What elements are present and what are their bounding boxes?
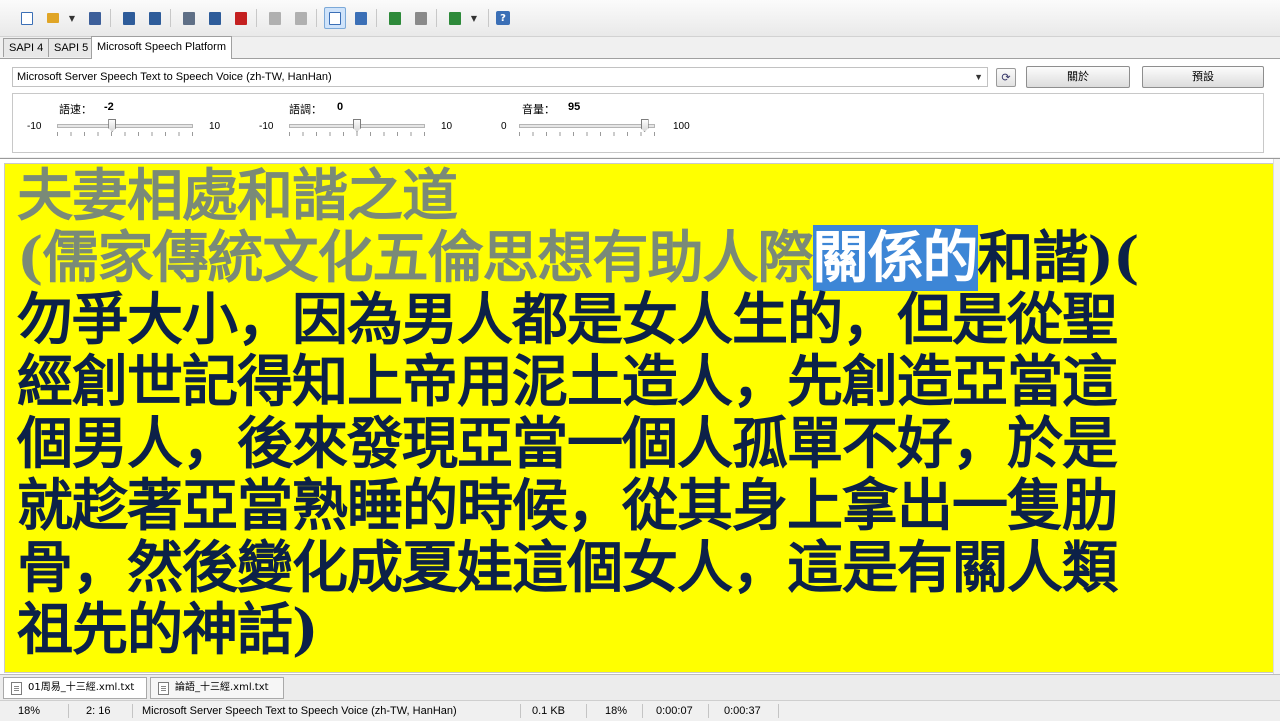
volume-min: 0: [501, 121, 507, 132]
about-button[interactable]: 關於: [1026, 66, 1130, 88]
open-folder-icon[interactable]: [44, 9, 62, 27]
pitch-slider-thumb[interactable]: [353, 119, 361, 132]
status-voice: Microsoft Server Speech Text to Speech V…: [142, 705, 457, 717]
engine-tabs: SAPI 4 SAPI 5 Microsoft Speech Platform: [0, 36, 1280, 59]
rate-slider-thumb[interactable]: [108, 119, 117, 132]
text-line: 勿爭大小，因為男人都是女人生的，但是從聖: [17, 287, 1118, 353]
volume-max: 100: [673, 121, 690, 132]
read-text: (儒家傳統文化五倫思想有助人際: [17, 225, 813, 291]
unread-text: 和諧)(: [977, 225, 1140, 291]
pitch-ticks: [289, 132, 425, 136]
text-editor[interactable]: 夫妻相處和諧之道 (儒家傳統文化五倫思想有助人際關係的和諧)( 勿爭大小，因為男…: [4, 163, 1274, 673]
scrollbar[interactable]: [1273, 159, 1280, 675]
refresh-icon: ⟳: [1001, 71, 1011, 84]
file-tab-label: 01周易_十三經.xml.txt: [28, 682, 135, 693]
text-line: (儒家傳統文化五倫思想有助人際關係的和諧)(: [17, 225, 1140, 291]
file-tab-label: 論語_十三經.xml.txt: [175, 682, 269, 693]
volume-slider[interactable]: [519, 124, 655, 128]
chevron-down-icon[interactable]: ▼: [468, 9, 480, 27]
next-icon[interactable]: [292, 9, 310, 27]
text-line: 骨，然後變化成夏娃這個女人，這是有關人類: [17, 535, 1118, 601]
rate-label: 語速：: [59, 103, 92, 116]
prev-icon[interactable]: [266, 9, 284, 27]
chevron-down-icon: ▼: [974, 72, 983, 82]
new-file-icon[interactable]: [18, 9, 36, 27]
status-size: 0.1 KB: [532, 705, 566, 717]
copy-icon[interactable]: [386, 9, 404, 27]
text-line: 就趁著亞當熟睡的時候，從其身上拿出一隻肋: [17, 473, 1118, 539]
text-file-icon: [11, 682, 22, 695]
voice-panel: Microsoft Server Speech Text to Speech V…: [0, 59, 1280, 157]
default-button[interactable]: 預設: [1142, 66, 1264, 88]
text-line: 夫妻相處和諧之道: [17, 163, 458, 229]
voice-select-value: Microsoft Server Speech Text to Speech V…: [17, 71, 332, 83]
text-line: 經創世記得知上帝用泥土造人，先創造亞當這: [17, 349, 1118, 415]
voice-icon[interactable]: [446, 9, 464, 27]
current-word-highlight: 關係的: [812, 225, 979, 291]
chevron-down-icon[interactable]: ▼: [66, 9, 78, 27]
export-wav-icon[interactable]: [120, 9, 138, 27]
voice-settings: 語速： -2 -10 10 語調： 0 -10 10 音量： 95 0 100: [12, 93, 1264, 153]
tab-microsoft-speech-platform[interactable]: Microsoft Speech Platform: [91, 36, 232, 59]
tab-sapi5[interactable]: SAPI 5: [48, 38, 95, 57]
file-tab[interactable]: 論語_十三經.xml.txt: [150, 677, 284, 699]
volume-value: 95: [568, 101, 581, 113]
volume-slider-thumb[interactable]: [640, 119, 649, 132]
status-total: 0:00:37: [724, 705, 761, 717]
stop-icon[interactable]: [232, 9, 250, 27]
tab-sapi4[interactable]: SAPI 4: [3, 38, 50, 57]
rate-ticks: [57, 132, 193, 136]
view-split-icon[interactable]: [352, 9, 370, 27]
status-percent: 18%: [605, 705, 628, 717]
status-elapsed: 0:00:07: [656, 705, 693, 717]
volume-ticks: [519, 132, 655, 136]
status-bar: 18% 2: 16 Microsoft Server Speech Text t…: [0, 700, 1280, 721]
file-tabs: 01周易_十三經.xml.txt 論語_十三經.xml.txt: [0, 674, 1280, 701]
document-area: 夫妻相處和諧之道 (儒家傳統文化五倫思想有助人際關係的和諧)( 勿爭大小，因為男…: [0, 158, 1280, 675]
text-file-icon: [158, 682, 169, 695]
refresh-voices-button[interactable]: ⟳: [996, 68, 1016, 87]
pitch-max: 10: [441, 121, 453, 132]
voice-select[interactable]: Microsoft Server Speech Text to Speech V…: [12, 67, 988, 87]
pitch-min: -10: [259, 121, 274, 132]
view-text-icon[interactable]: [324, 7, 346, 29]
text-line: 個男人，後來發現亞當一個人孤單不好，於是: [17, 411, 1118, 477]
batch-export-icon[interactable]: [146, 9, 164, 27]
paste-icon[interactable]: [412, 9, 430, 27]
status-progress: 18%: [18, 705, 41, 717]
pitch-value: 0: [337, 101, 344, 113]
file-tab[interactable]: 01周易_十三經.xml.txt: [3, 677, 147, 699]
toolbar: ▼ ▼ ?: [0, 0, 1280, 37]
text-line: 祖先的神話): [17, 597, 318, 663]
status-position: 2: 16: [86, 705, 111, 717]
volume-label: 音量：: [522, 103, 555, 116]
play-icon[interactable]: [180, 9, 198, 27]
rate-slider[interactable]: [57, 124, 193, 128]
rate-max: 10: [209, 121, 221, 132]
rate-value: -2: [104, 101, 114, 113]
save-icon[interactable]: [86, 9, 104, 27]
rate-min: -10: [27, 121, 42, 132]
pitch-label: 語調：: [289, 103, 322, 116]
pause-icon[interactable]: [206, 9, 224, 27]
help-icon[interactable]: ?: [496, 11, 510, 25]
